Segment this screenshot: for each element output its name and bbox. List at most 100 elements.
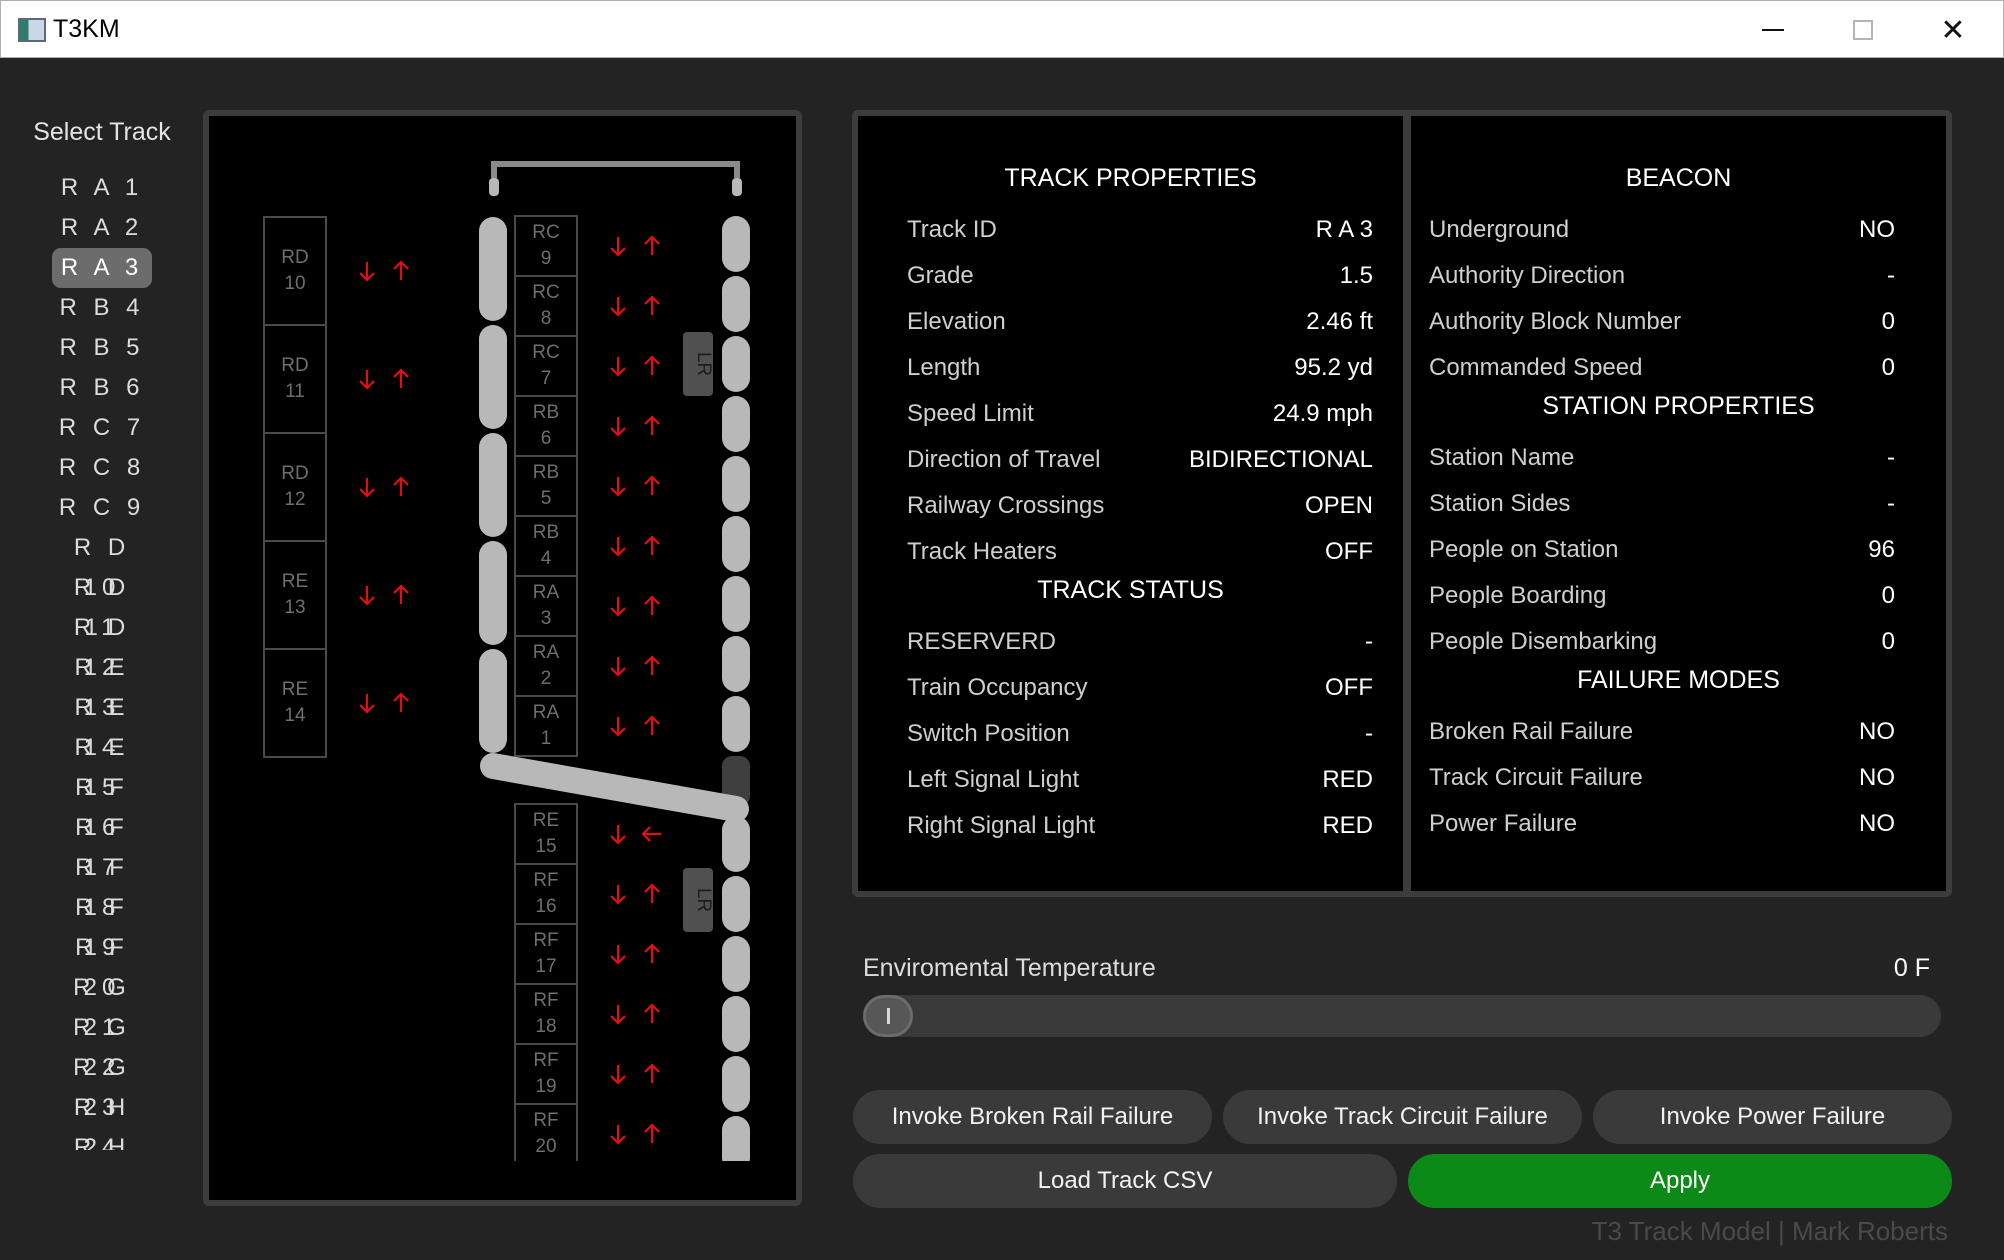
map-block-label: 10	[284, 273, 305, 294]
track-list-item[interactable]: R E 14	[52, 688, 152, 761]
direction-up-arrow-icon	[393, 476, 409, 496]
property-value: NO	[1859, 216, 1895, 243]
beacon-row: Authority Block Number 0	[1429, 302, 1895, 342]
track-list-item[interactable]: R B 4	[52, 288, 152, 328]
direction-down-arrow-icon	[610, 417, 626, 437]
map-block-label: 9	[541, 248, 552, 269]
track-segment	[722, 636, 750, 692]
direction-up-arrow-icon	[393, 368, 409, 388]
track-properties-row: Railway Crossings OPEN	[907, 486, 1373, 526]
track-properties-row: Elevation 2.46 ft	[907, 302, 1373, 342]
track-list-item[interactable]: R F 20	[52, 928, 152, 1001]
track-list-item[interactable]: R E 15	[52, 728, 152, 801]
track-list-item[interactable]: R B 6	[52, 368, 152, 408]
track-list[interactable]: R A 1R A 2R A 3R B 4R B 5R B 6R C 7R C 8…	[52, 168, 152, 1150]
property-value: BIDIRECTIONAL	[1188, 446, 1373, 473]
track-list-item[interactable]: R C 7	[52, 408, 152, 448]
direction-down-arrow-icon	[359, 478, 375, 498]
direction-up-arrow-icon	[393, 692, 409, 712]
direction-up-arrow-icon	[644, 943, 660, 963]
track-loop-connector	[491, 161, 740, 178]
map-block-label: 3	[541, 608, 552, 629]
track-list-item[interactable]: R F 16	[52, 768, 152, 841]
load-track-csv-button[interactable]: Load Track CSV	[853, 1154, 1397, 1208]
track-segment	[479, 649, 507, 753]
map-block-label: RE	[533, 810, 559, 831]
invoke-broken-rail-failure-button[interactable]: Invoke Broken Rail Failure	[853, 1090, 1212, 1144]
map-block	[263, 648, 327, 758]
track-properties-row: Direction of Travel BIDIRECTIONAL	[907, 440, 1373, 480]
property-value: OFF	[1325, 674, 1373, 701]
property-value: 0	[1881, 308, 1895, 335]
track-list-item[interactable]: R A 2	[52, 208, 152, 248]
map-block-label: RC	[532, 342, 559, 363]
temperature-slider-handle[interactable]	[863, 995, 913, 1037]
track-segment	[479, 541, 507, 645]
track-list-item[interactable]: R D 11	[52, 568, 152, 641]
property-label: Speed Limit	[907, 400, 1034, 427]
beacon-row: Commanded Speed 0	[1429, 348, 1895, 388]
map-block-label: 16	[535, 896, 556, 917]
maximize-button[interactable]	[1818, 1, 1908, 59]
direction-down-arrow-icon	[610, 1005, 626, 1025]
track-list-item[interactable]: R F 19	[52, 888, 152, 961]
apply-button[interactable]: Apply	[1408, 1154, 1952, 1208]
properties-panel: TRACK PROPERTIES Track ID R A 3 Grade 1.5 Ele…	[852, 110, 1952, 897]
close-button[interactable]: ✕	[1908, 1, 1998, 59]
map-block-label: RF	[533, 930, 558, 951]
track-list-item[interactable]: R B 5	[52, 328, 152, 368]
direction-down-arrow-icon	[359, 586, 375, 606]
temperature-value: 0 F	[1893, 954, 1930, 982]
direction-down-arrow-icon	[610, 477, 626, 497]
property-label: Underground	[1429, 216, 1570, 243]
track-list-item[interactable]: R H 25	[52, 1128, 152, 1150]
track-status-row: Switch Position -	[907, 714, 1373, 754]
invoke-power-failure-button[interactable]: Invoke Power Failure	[1593, 1090, 1952, 1144]
track-properties-row: Grade 1.5	[907, 256, 1373, 296]
map-block	[263, 216, 327, 326]
temperature-label: Enviromental Temperature	[863, 954, 1156, 982]
direction-up-arrow-icon	[644, 295, 660, 315]
property-label: Left Signal Light	[907, 766, 1080, 793]
track-list-item[interactable]: R D 12	[52, 608, 152, 681]
temperature-slider[interactable]	[863, 995, 1941, 1037]
track-list-item[interactable]: R H 24	[52, 1088, 152, 1150]
track-list-item[interactable]: R F 17	[52, 808, 152, 881]
track-list-item[interactable]: R G 23	[52, 1048, 152, 1121]
title-bar: T3KM ✕	[0, 0, 2004, 58]
direction-down-arrow-icon	[359, 262, 375, 282]
track-list-item[interactable]: R D 10	[52, 528, 152, 601]
map-block-label: RB	[533, 402, 559, 423]
track-segment	[722, 456, 750, 512]
track-segment	[722, 876, 750, 932]
property-value: 24.9 mph	[1272, 400, 1373, 427]
invoke-track-circuit-failure-button[interactable]: Invoke Track Circuit Failure	[1223, 1090, 1582, 1144]
track-segment	[722, 276, 750, 332]
track-status-row: RESERVERD -	[907, 622, 1373, 662]
failure-modes-row: Track Circuit Failure NO	[1429, 758, 1895, 798]
map-block-label: RB	[533, 522, 559, 543]
property-label: Power Failure	[1429, 810, 1578, 837]
station-properties-title: STATION PROPERTIES	[1542, 392, 1815, 420]
track-list-item[interactable]: R E 13	[52, 648, 152, 721]
track-segment	[479, 325, 507, 429]
direction-down-arrow-icon	[610, 657, 626, 677]
track-properties-row: Speed Limit 24.9 mph	[907, 394, 1373, 434]
track-list-item[interactable]: R C 9	[52, 488, 152, 528]
track-list-item[interactable]: R A 1	[52, 168, 152, 208]
track-segment	[722, 396, 750, 452]
window-title: T3KM	[53, 15, 120, 43]
track-list-item[interactable]: R C 8	[52, 448, 152, 488]
track-list-item[interactable]: R G 21	[52, 968, 152, 1041]
direction-up-arrow-icon	[644, 715, 660, 735]
track-list-item[interactable]: R A 3	[52, 248, 152, 288]
track-list-item[interactable]: R G 22	[52, 1008, 152, 1081]
track-list-item[interactable]: R F 18	[52, 848, 152, 921]
track-status-row: Train Occupancy OFF	[907, 668, 1373, 708]
minimize-button[interactable]	[1728, 1, 1818, 59]
property-label: Track Circuit Failure	[1429, 764, 1643, 791]
property-label: Switch Position	[907, 720, 1070, 747]
direction-down-arrow-icon	[610, 1065, 626, 1085]
map-block-label: RA	[533, 642, 560, 663]
minimize-icon	[1762, 29, 1784, 31]
